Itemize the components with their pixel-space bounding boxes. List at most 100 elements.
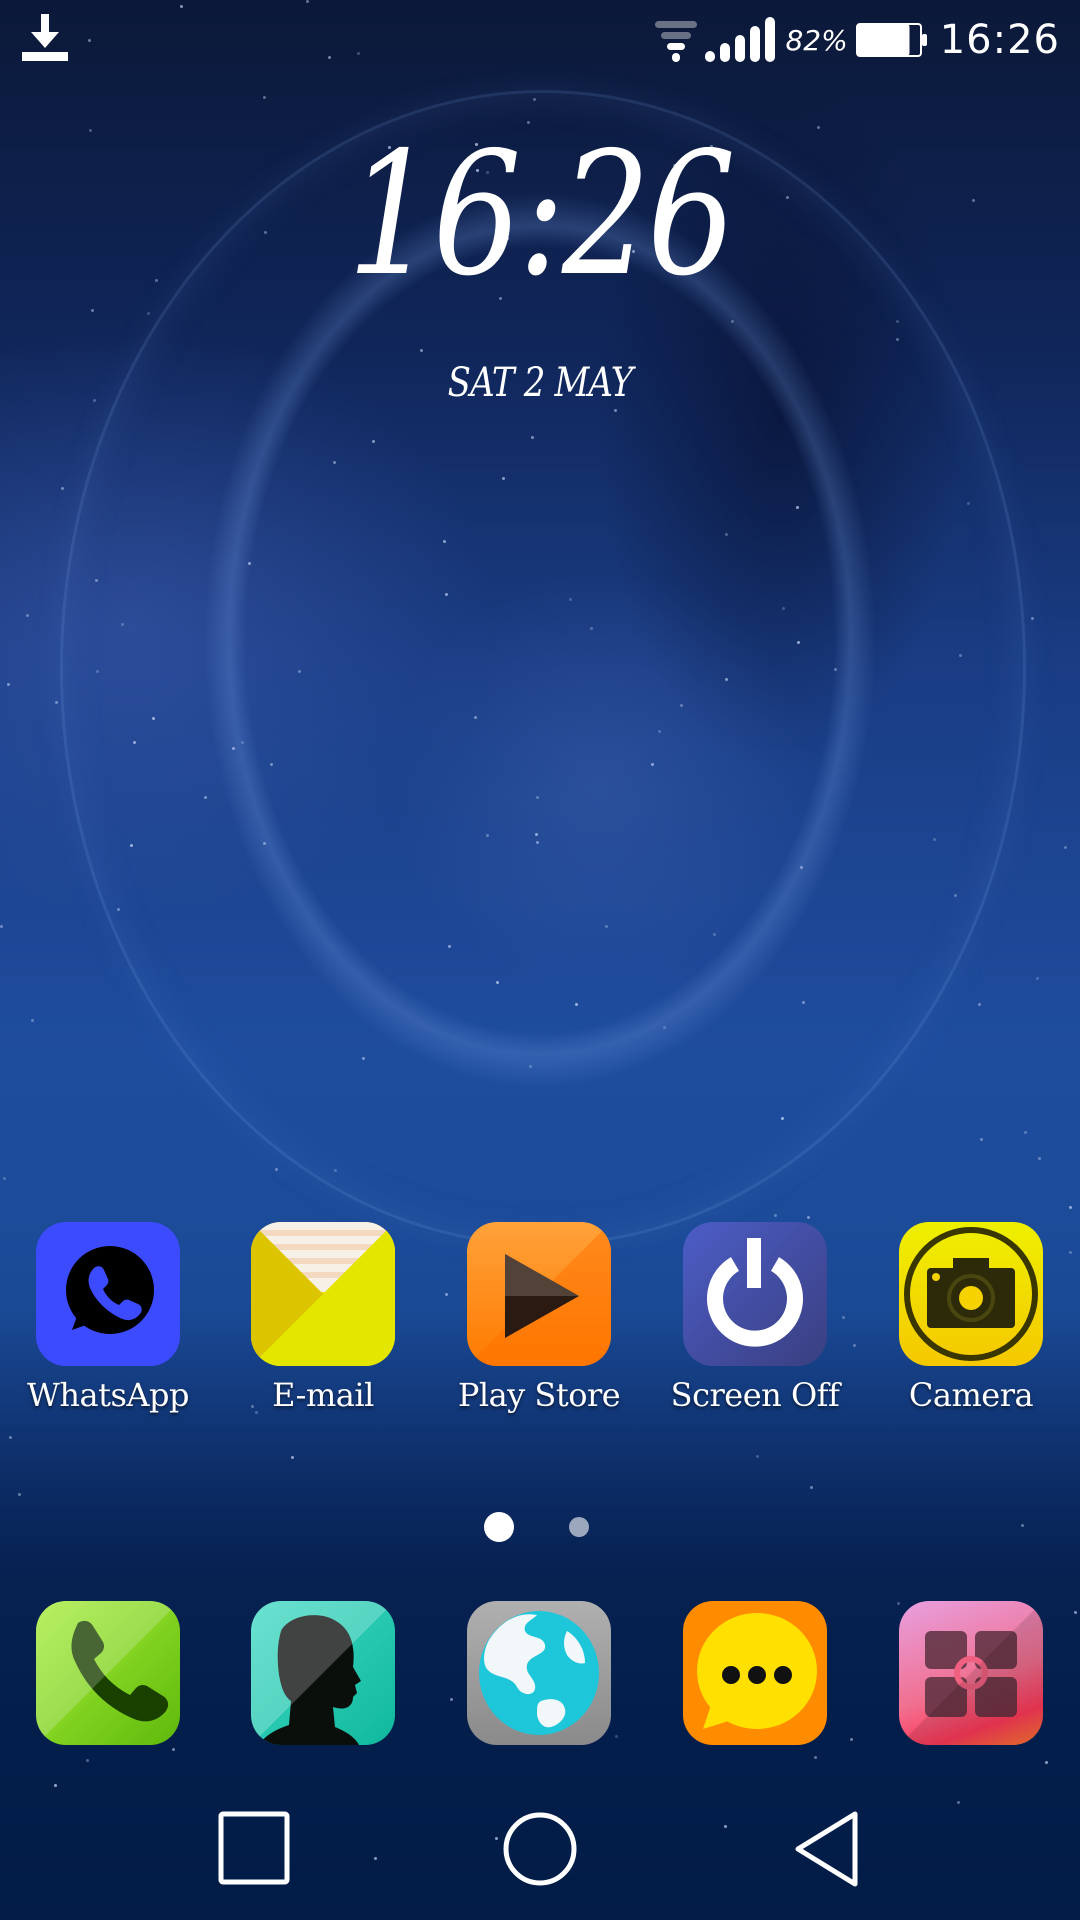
star	[121, 623, 124, 626]
star	[172, 1748, 175, 1751]
page-dot-2[interactable]	[569, 1517, 589, 1537]
play-store-icon	[467, 1222, 611, 1366]
star	[204, 796, 207, 799]
star	[980, 1138, 983, 1141]
app-label: Screen Off	[670, 1376, 840, 1414]
status-indicators: 82% 16:26	[653, 10, 1060, 70]
star	[807, 1216, 810, 1219]
dock-themes[interactable]	[863, 1601, 1079, 1745]
battery-percentage: 82%	[785, 23, 848, 57]
star	[117, 908, 120, 911]
page-dot-1-active[interactable]	[484, 1512, 514, 1542]
page-indicator	[0, 1512, 1080, 1542]
clock-widget-date[interactable]: SAT 2 MAY	[81, 360, 999, 406]
star	[967, 502, 970, 505]
star	[333, 461, 336, 464]
back-button[interactable]	[780, 1808, 870, 1890]
email-icon	[251, 1222, 395, 1366]
star	[263, 96, 266, 99]
app-label: WhatsApp	[27, 1376, 189, 1414]
star	[31, 1019, 34, 1022]
star	[569, 598, 572, 601]
star	[651, 763, 654, 766]
browser-icon	[467, 1601, 611, 1745]
star	[800, 866, 803, 869]
star	[61, 487, 64, 490]
clock-widget-time[interactable]: 16:26	[97, 125, 983, 305]
star	[263, 842, 266, 845]
star	[896, 320, 899, 323]
star	[248, 562, 251, 565]
themes-icon	[899, 1601, 1043, 1745]
star	[680, 704, 683, 707]
star	[724, 1825, 727, 1828]
star	[270, 763, 273, 766]
dock-browser[interactable]	[431, 1601, 647, 1745]
app-email[interactable]: E-mail	[215, 1222, 431, 1414]
star	[529, 1065, 532, 1068]
circle-icon	[503, 1812, 577, 1886]
star	[814, 1756, 817, 1759]
home-button[interactable]	[495, 1808, 585, 1890]
star	[26, 614, 29, 617]
star	[536, 841, 539, 844]
star	[502, 477, 505, 480]
star	[374, 1857, 377, 1860]
star	[275, 1168, 278, 1171]
app-label: Camera	[908, 1376, 1034, 1414]
download-icon[interactable]	[22, 14, 68, 62]
star	[133, 741, 136, 744]
status-bar[interactable]: 82% 16:26	[0, 0, 1080, 80]
app-screen-off[interactable]: Screen Off	[647, 1222, 863, 1414]
star	[96, 670, 99, 673]
star	[445, 593, 448, 596]
star	[535, 833, 538, 836]
star	[54, 1784, 57, 1787]
app-camera[interactable]: Camera	[863, 1222, 1079, 1414]
star	[18, 1493, 21, 1496]
star	[713, 933, 716, 936]
star	[362, 1057, 365, 1060]
square-icon	[218, 1811, 290, 1885]
app-label: E-mail	[272, 1376, 374, 1414]
star	[663, 1026, 666, 1029]
star	[731, 320, 734, 323]
star	[232, 747, 235, 750]
app-whatsapp[interactable]: WhatsApp	[0, 1222, 216, 1414]
star	[954, 894, 957, 897]
star	[86, 1759, 89, 1762]
star	[1031, 617, 1034, 620]
star	[9, 1436, 12, 1439]
recents-button[interactable]	[209, 1808, 299, 1890]
star	[797, 641, 800, 644]
star	[298, 670, 301, 673]
star	[91, 309, 94, 312]
contacts-icon	[251, 1601, 395, 1745]
back-triangle-icon	[795, 1811, 858, 1887]
star	[959, 654, 962, 657]
star	[834, 668, 837, 671]
star	[781, 1117, 784, 1120]
star	[443, 540, 446, 543]
app-play-store[interactable]: Play Store	[431, 1222, 647, 1414]
star	[496, 981, 499, 984]
star	[0, 925, 3, 928]
dock-contacts[interactable]	[215, 1601, 431, 1745]
star	[782, 607, 785, 610]
status-time: 16:26	[939, 17, 1060, 63]
star	[1064, 846, 1067, 849]
star	[756, 1455, 759, 1458]
star	[448, 945, 451, 948]
star	[810, 1486, 813, 1489]
star	[130, 844, 133, 847]
star	[933, 838, 936, 841]
dock-messaging[interactable]	[647, 1601, 863, 1745]
star	[658, 730, 661, 733]
star	[725, 678, 728, 681]
star	[55, 701, 58, 704]
star	[420, 349, 423, 352]
star	[95, 579, 98, 582]
star	[1045, 1761, 1048, 1764]
star	[725, 533, 728, 536]
dock-phone[interactable]	[0, 1601, 216, 1745]
